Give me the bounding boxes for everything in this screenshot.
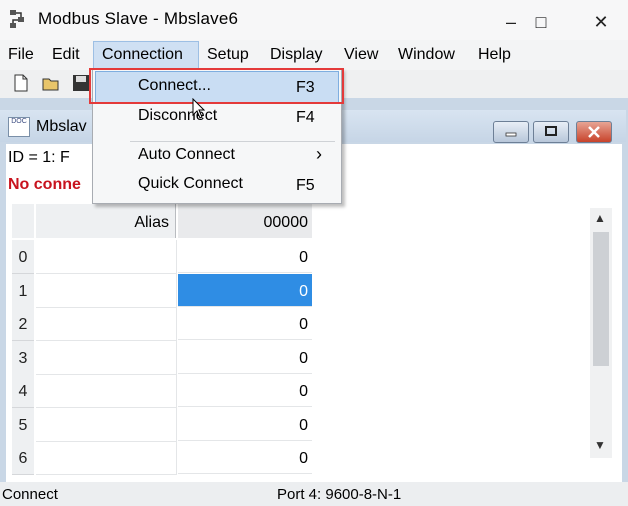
alias-cell[interactable] — [36, 374, 177, 408]
minimize-button[interactable]: – — [494, 10, 528, 34]
alias-column-header[interactable]: Alias — [36, 204, 176, 238]
submenu-arrow-icon: › — [316, 144, 322, 164]
menu-item-quick-connect[interactable]: Quick Connect — [138, 175, 243, 193]
alias-cell[interactable] — [36, 274, 177, 308]
restore-icon — [545, 126, 557, 136]
child-close-button[interactable] — [576, 121, 612, 143]
grid-corner — [12, 204, 34, 238]
register-value-cell[interactable]: 0 — [178, 341, 312, 374]
status-message: Connect — [2, 486, 58, 503]
menu-help[interactable]: Help — [478, 46, 511, 64]
scrollbar-thumb[interactable] — [593, 232, 609, 366]
menu-separator — [130, 141, 335, 142]
close-icon — [588, 126, 600, 138]
row-header[interactable]: 0 — [12, 240, 34, 274]
alias-cell[interactable] — [36, 240, 177, 274]
close-button[interactable]: ✕ — [584, 10, 618, 34]
mouse-cursor-icon — [192, 98, 206, 119]
save-icon[interactable] — [72, 74, 90, 92]
minimize-icon — [505, 132, 517, 137]
alias-cell[interactable] — [36, 441, 177, 475]
row-header[interactable]: 5 — [12, 408, 34, 442]
row-header[interactable]: 2 — [12, 307, 34, 341]
menu-view[interactable]: View — [344, 46, 378, 64]
slave-id-info: ID = 1: F — [8, 149, 70, 166]
register-value-cell[interactable]: 0 — [178, 240, 312, 273]
menu-file[interactable]: File — [8, 46, 34, 64]
maximize-button[interactable]: □ — [524, 10, 558, 34]
new-document-icon[interactable] — [12, 74, 30, 92]
menu-item-disconnect-shortcut: F4 — [296, 109, 315, 126]
register-value-cell[interactable]: 0 — [178, 441, 312, 474]
open-folder-icon[interactable] — [42, 74, 60, 92]
menu-window[interactable]: Window — [398, 46, 455, 64]
status-port-settings: Port 4: 9600-8-N-1 — [277, 486, 402, 503]
window-title: Modbus Slave - Mbslave6 — [38, 9, 239, 28]
row-header[interactable]: 3 — [12, 341, 34, 375]
child-window-title: Mbslav — [36, 118, 87, 135]
row-header[interactable]: 1 — [12, 274, 34, 308]
connection-status-text: No conne — [8, 176, 81, 193]
child-maximize-button[interactable] — [533, 121, 569, 143]
menu-item-auto-connect[interactable]: Auto Connect — [138, 146, 235, 164]
menu-edit[interactable]: Edit — [52, 46, 80, 64]
register-value-cell[interactable]: 0 — [178, 307, 312, 340]
alias-cell[interactable] — [36, 307, 177, 341]
scroll-up-icon[interactable]: ▲ — [594, 211, 606, 225]
menu-setup[interactable]: Setup — [207, 46, 249, 64]
document-icon: DOC — [8, 117, 30, 137]
menu-connection[interactable]: Connection — [102, 46, 183, 64]
menu-item-quick-connect-shortcut: F5 — [296, 177, 315, 194]
child-minimize-button[interactable] — [493, 121, 529, 143]
annotation-highlight-box — [89, 68, 344, 104]
row-header[interactable]: 4 — [12, 374, 34, 408]
menu-display[interactable]: Display — [270, 46, 322, 64]
register-value-cell[interactable]: 0 — [178, 374, 312, 407]
scroll-down-icon[interactable]: ▼ — [594, 438, 606, 452]
alias-cell[interactable] — [36, 408, 177, 442]
address-column-header[interactable]: 00000 — [178, 204, 312, 238]
register-value-cell[interactable]: 0 — [178, 408, 312, 441]
modbus-app-icon — [10, 10, 24, 28]
row-header[interactable]: 6 — [12, 441, 34, 475]
alias-cell[interactable] — [36, 341, 177, 375]
register-value-cell[interactable]: 0 — [178, 274, 312, 307]
